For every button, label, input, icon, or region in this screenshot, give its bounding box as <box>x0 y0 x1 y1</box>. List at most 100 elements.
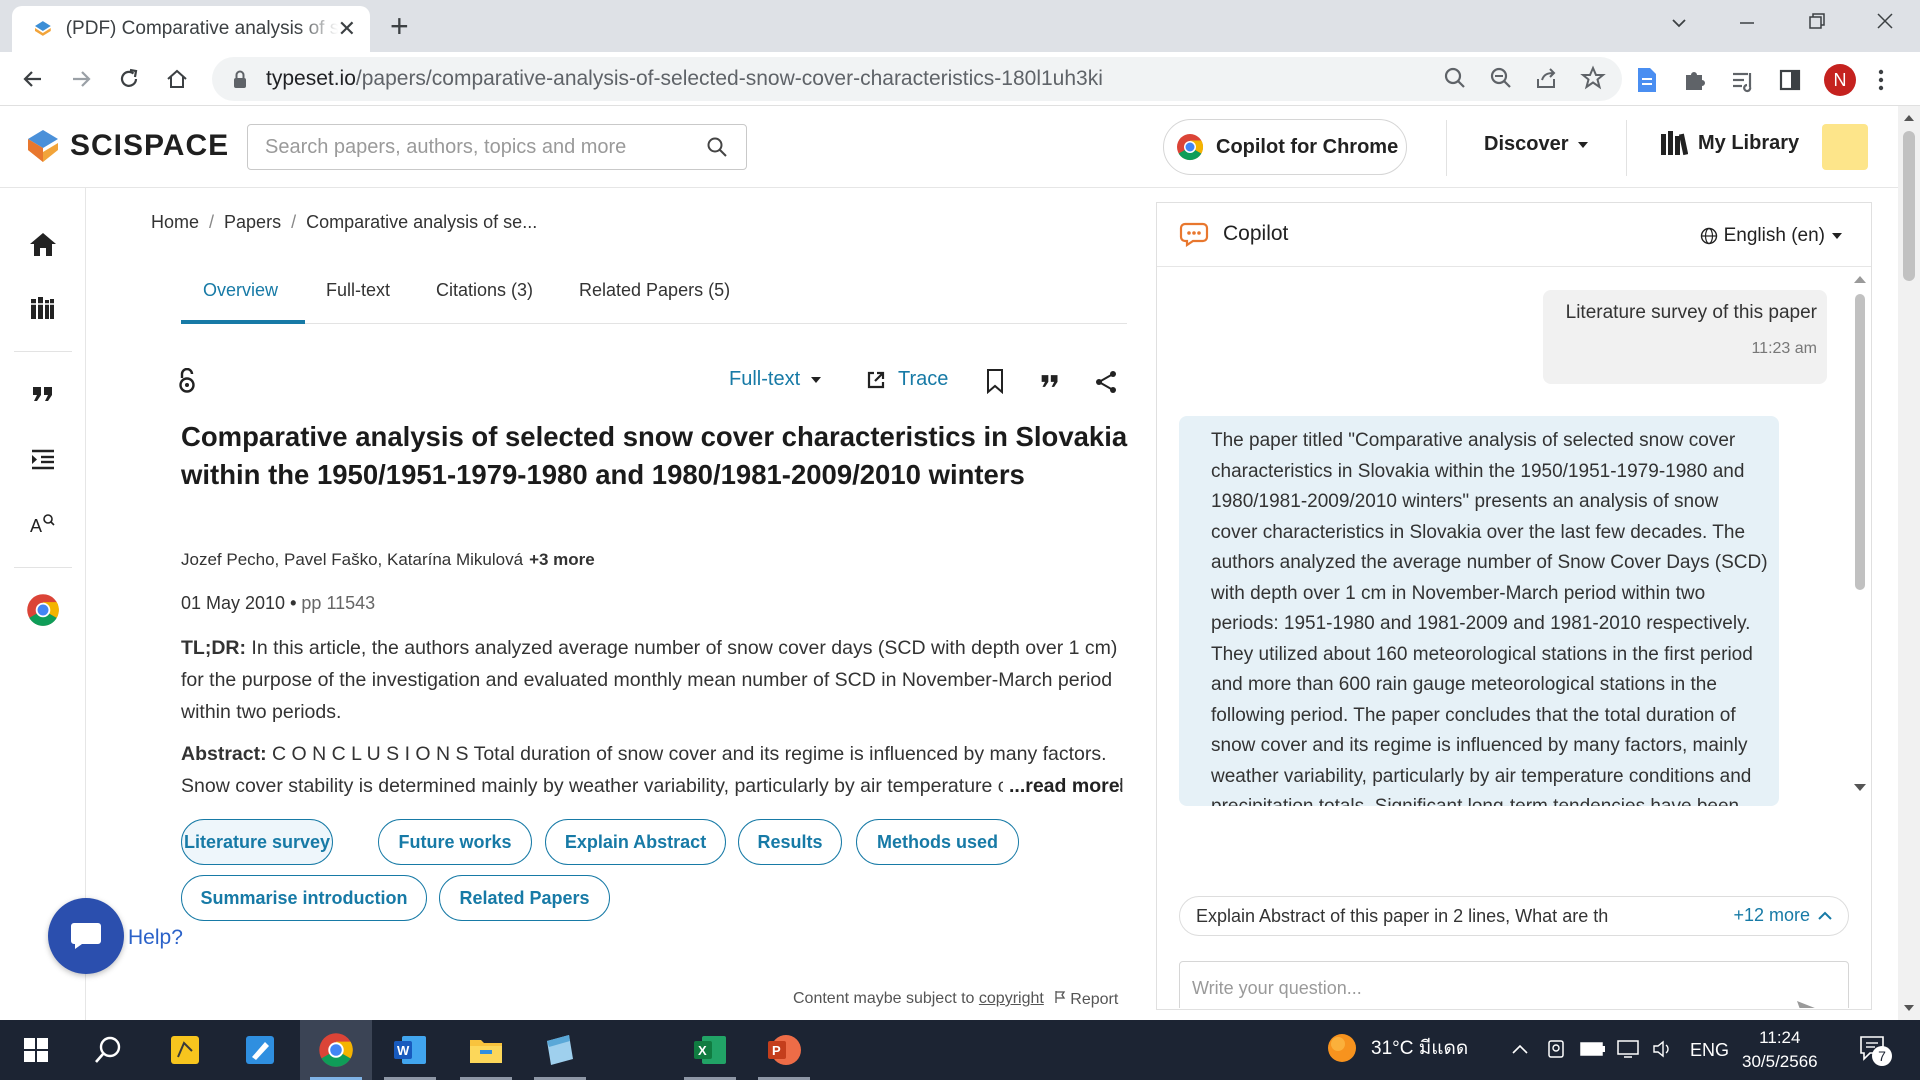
site-search-input[interactable]: Search papers, authors, topics and more <box>247 124 747 170</box>
full-text-dropdown[interactable]: Full-text <box>729 368 822 391</box>
report-link[interactable]: Report <box>1054 990 1118 1009</box>
chevron-up-icon[interactable] <box>1512 1044 1528 1054</box>
forward-icon[interactable] <box>66 64 96 94</box>
address-bar[interactable]: typeset.io/papers/comparative-analysis-o… <box>212 57 1622 101</box>
language-selector[interactable]: English (en) <box>1700 225 1843 247</box>
chrome-extension-icon[interactable] <box>25 592 61 628</box>
page-range: pp 11543 <box>301 593 376 613</box>
profile-avatar[interactable]: N <box>1824 64 1856 96</box>
meet-now-icon[interactable] <box>1546 1038 1566 1060</box>
network-icon[interactable] <box>1616 1039 1640 1059</box>
more-authors-link[interactable]: +3 more <box>529 550 595 569</box>
suggested-question[interactable]: Explain Abstract of this paper in 2 line… <box>1179 896 1849 936</box>
windows-start-icon[interactable] <box>16 1030 56 1070</box>
side-panel-icon[interactable] <box>1778 68 1802 92</box>
send-icon[interactable] <box>1796 1000 1826 1008</box>
page-scroll-thumb[interactable] <box>1903 131 1915 281</box>
search-icon[interactable] <box>88 1030 128 1070</box>
reload-icon[interactable] <box>114 64 144 94</box>
chip-summarise-introduction[interactable]: Summarise introduction <box>181 875 427 921</box>
read-more-link[interactable]: ...read more <box>1003 770 1120 802</box>
whiteboard-app-icon[interactable] <box>240 1030 280 1070</box>
scispace-logo[interactable]: SCISPACE <box>26 128 229 164</box>
ai-paraphrase-icon[interactable]: A <box>25 506 61 542</box>
tab-search-chevron-icon[interactable] <box>1670 14 1688 32</box>
powerpoint-app-icon[interactable]: P <box>764 1030 804 1070</box>
new-tab-button[interactable]: + <box>390 10 409 42</box>
help-chat-button[interactable] <box>48 898 124 974</box>
restore-icon[interactable] <box>1808 12 1826 30</box>
discover-menu[interactable]: Discover <box>1484 133 1589 156</box>
home-icon[interactable] <box>162 64 192 94</box>
chrome-app-icon[interactable] <box>316 1030 356 1070</box>
scroll-up-icon[interactable] <box>1903 114 1915 122</box>
page-scrollbar[interactable] <box>1898 106 1920 1020</box>
close-window-icon[interactable] <box>1876 12 1894 30</box>
extensions-puzzle-icon[interactable] <box>1682 67 1708 93</box>
library-icon[interactable] <box>25 290 61 326</box>
chip-related-papers[interactable]: Related Papers <box>439 875 610 921</box>
breadcrumb-papers[interactable]: Papers <box>224 212 281 233</box>
user-avatar[interactable] <box>1822 124 1868 170</box>
sticky-notes-app-icon[interactable] <box>165 1030 205 1070</box>
more-suggestions-button[interactable]: +12 more <box>1733 905 1832 926</box>
battery-icon[interactable] <box>1580 1040 1606 1058</box>
chat-scroll-up-icon[interactable] <box>1854 276 1866 283</box>
chat-scroll-thumb[interactable] <box>1855 294 1865 590</box>
weather-widget[interactable]: 31°C มีแดด <box>1326 1032 1468 1064</box>
copilot-for-chrome-button[interactable]: Copilot for Chrome <box>1163 119 1407 175</box>
volume-icon[interactable] <box>1652 1039 1674 1059</box>
tab-citations[interactable]: Citations (3) <box>436 280 533 324</box>
word-app-icon[interactable]: W <box>390 1030 430 1070</box>
zoom-out-icon[interactable] <box>1488 65 1514 91</box>
citation-quote-icon[interactable] <box>25 376 61 412</box>
copyright-link[interactable]: copyright <box>979 990 1044 1007</box>
abstract-section: Abstract: C O N C L U S I O N S Total du… <box>181 738 1127 802</box>
chip-results[interactable]: Results <box>738 819 842 865</box>
chat-scroll-down-icon[interactable] <box>1854 784 1866 791</box>
excel-app-icon[interactable]: X <box>690 1030 730 1070</box>
share-icon[interactable] <box>1094 370 1118 394</box>
system-clock[interactable]: 11:24 30/5/2566 <box>1742 1026 1818 1074</box>
tab-full-text[interactable]: Full-text <box>326 280 390 324</box>
trace-button[interactable]: Trace <box>866 368 948 391</box>
chip-future-works[interactable]: Future works <box>378 819 532 865</box>
my-library-link[interactable]: My Library <box>1660 130 1799 156</box>
notification-count: 7 <box>1872 1046 1892 1066</box>
chat-scrollbar[interactable] <box>1853 276 1867 796</box>
share-icon[interactable] <box>1534 65 1560 91</box>
notes-app-icon[interactable] <box>540 1030 580 1070</box>
close-tab-icon[interactable]: ✕ <box>338 16 356 42</box>
more-menu-icon[interactable] <box>1878 68 1884 92</box>
back-icon[interactable] <box>18 64 48 94</box>
chip-explain-abstract[interactable]: Explain Abstract <box>545 819 726 865</box>
caret-down-icon <box>811 376 822 383</box>
file-explorer-icon[interactable] <box>466 1030 506 1070</box>
search-icon[interactable] <box>706 136 728 158</box>
chip-literature-survey[interactable]: Literature survey <box>181 819 333 865</box>
logo-text: SCISPACE <box>70 129 230 162</box>
browser-tab[interactable]: (PDF) Comparative analysis of selected s… <box>12 6 370 52</box>
author-list[interactable]: Jozef Pecho, Pavel Faško, Katarína Mikul… <box>181 550 523 569</box>
tab-overview[interactable]: Overview <box>203 280 278 324</box>
scroll-down-icon[interactable] <box>1903 1004 1915 1012</box>
my-library-label: My Library <box>1698 131 1800 154</box>
bookmark-star-icon[interactable] <box>1580 65 1606 91</box>
breadcrumb-home[interactable]: Home <box>151 212 199 233</box>
question-input[interactable]: Write your question... <box>1179 961 1849 1008</box>
lock-icon[interactable] <box>232 69 248 89</box>
minimize-icon[interactable] <box>1738 14 1756 32</box>
home-icon[interactable] <box>25 226 61 262</box>
chip-methods-used[interactable]: Methods used <box>856 819 1019 865</box>
search-icon[interactable] <box>1442 65 1468 91</box>
tab-related-papers[interactable]: Related Papers (5) <box>579 280 730 324</box>
outline-list-icon[interactable] <box>25 441 61 477</box>
bookmark-icon[interactable] <box>985 368 1005 394</box>
notification-center[interactable]: 7 <box>1858 1034 1892 1069</box>
cite-quote-icon[interactable] <box>1040 373 1060 389</box>
document-extension-icon[interactable] <box>1634 66 1660 94</box>
reading-list-icon[interactable] <box>1730 67 1756 93</box>
help-label[interactable]: Help? <box>128 926 183 950</box>
input-language[interactable]: ENG <box>1690 1040 1729 1061</box>
message-timestamp: 11:23 am <box>1751 340 1817 357</box>
